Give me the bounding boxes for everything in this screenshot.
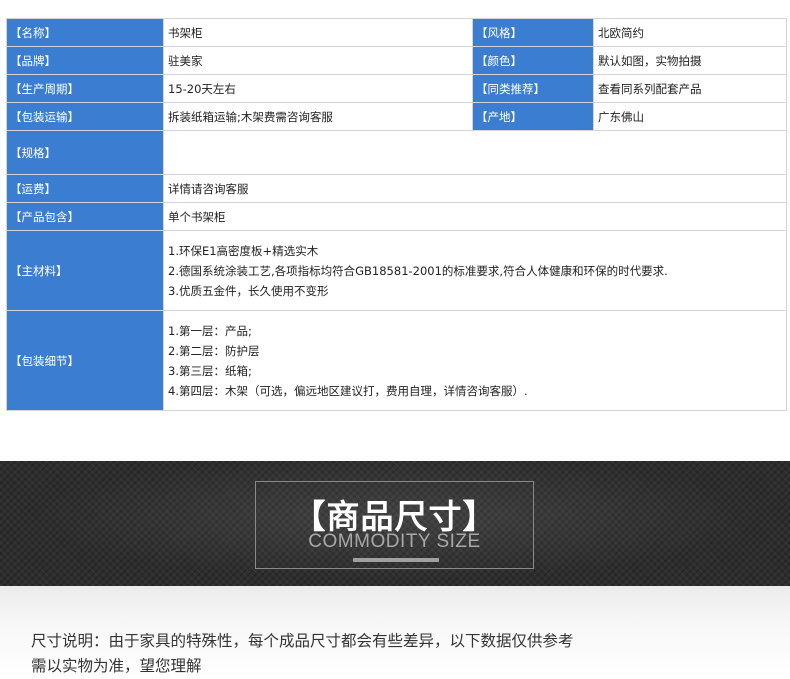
similar-value-link[interactable]: 查看同系列配套产品 xyxy=(593,74,787,103)
freight-label: 【运费】 xyxy=(6,174,164,203)
product-spec-table: 【名称】 书架柜 【风格】 北欧简约 【品牌】 驻美家 【颜色】 默认如图，实物… xyxy=(6,18,787,411)
packing-label: 【包装细节】 xyxy=(6,310,164,411)
commodity-size-banner: 【商品尺寸】 COMMODITY SIZE xyxy=(0,461,790,586)
includes-label: 【产品包含】 xyxy=(6,202,164,231)
banner-frame: 【商品尺寸】 COMMODITY SIZE xyxy=(255,481,534,569)
size-note-line: 需以实物为准，望您理解 xyxy=(31,657,202,675)
material-line: 2.德国系统涂装工艺,各项指标均符合GB18581-2001的标准要求,符合人体… xyxy=(168,263,668,278)
brand-label: 【品牌】 xyxy=(6,46,164,75)
size-note-line: 尺寸说明：由于家具的特殊性，每个成品尺寸都会有些差异，以下数据仅供参考 xyxy=(31,632,574,650)
spec-row-material: 【主材料】 1.环保E1高密度板+精选实木 2.德国系统涂装工艺,各项指标均符合… xyxy=(6,230,787,311)
spec-row-name-style: 【名称】 书架柜 【风格】 北欧简约 xyxy=(6,18,787,47)
spec-row-packing: 【包装细节】 1.第一层：产品; 2.第二层：防护层 3.第三层：纸箱; 4.第… xyxy=(6,310,787,411)
freight-value: 详情请咨询客服 xyxy=(163,174,787,203)
includes-value: 单个书架柜 xyxy=(163,202,787,231)
material-line: 1.环保E1高密度板+精选实木 xyxy=(168,243,319,258)
similar-label: 【同类推荐】 xyxy=(472,74,594,103)
color-value: 默认如图，实物拍摄 xyxy=(593,46,787,75)
shipping-value: 拆装纸箱运输;木架费需咨询客服 xyxy=(163,102,473,131)
size-note: 尺寸说明：由于家具的特殊性，每个成品尺寸都会有些差异，以下数据仅供参考 需以实物… xyxy=(31,629,771,679)
spec-row-size: 【规格】 xyxy=(6,130,787,175)
shipping-label: 【包装运输】 xyxy=(6,102,164,131)
size-label: 【规格】 xyxy=(6,130,164,175)
spec-row-freight: 【运费】 详情请咨询客服 xyxy=(6,174,787,203)
spec-row-includes: 【产品包含】 单个书架柜 xyxy=(6,202,787,231)
spec-row-cycle-similar: 【生产周期】 15-20天左右 【同类推荐】 查看同系列配套产品 xyxy=(6,74,787,103)
material-line: 3.优质五金件，长久使用不变形 xyxy=(168,283,329,298)
name-value: 书架柜 xyxy=(163,18,473,47)
production-cycle-label: 【生产周期】 xyxy=(6,74,164,103)
packing-list: 1.第一层：产品; 2.第二层：防护层 3.第三层：纸箱; 4.第四层：木架（可… xyxy=(163,310,787,411)
size-value xyxy=(163,130,787,175)
packing-line: 2.第二层：防护层 xyxy=(168,343,260,358)
banner-subtitle: COMMODITY SIZE xyxy=(308,531,481,552)
style-label: 【风格】 xyxy=(472,18,594,47)
origin-label: 【产地】 xyxy=(472,102,594,131)
origin-value: 广东佛山 xyxy=(593,102,787,131)
style-value: 北欧简约 xyxy=(593,18,787,47)
brand-value: 驻美家 xyxy=(163,46,473,75)
spec-row-shipping-origin: 【包装运输】 拆装纸箱运输;木架费需咨询客服 【产地】 广东佛山 xyxy=(6,102,787,131)
color-label: 【颜色】 xyxy=(472,46,594,75)
packing-line: 3.第三层：纸箱; xyxy=(168,363,252,378)
spec-row-brand-color: 【品牌】 驻美家 【颜色】 默认如图，实物拍摄 xyxy=(6,46,787,75)
material-label: 【主材料】 xyxy=(6,230,164,311)
production-cycle-value: 15-20天左右 xyxy=(163,74,473,103)
banner-underline xyxy=(353,558,439,562)
material-list: 1.环保E1高密度板+精选实木 2.德国系统涂装工艺,各项指标均符合GB1858… xyxy=(163,230,787,311)
packing-line: 1.第一层：产品; xyxy=(168,323,252,338)
packing-line: 4.第四层：木架（可选，偏远地区建议打，费用自理，详情咨询客服）. xyxy=(168,383,528,398)
name-label: 【名称】 xyxy=(6,18,164,47)
